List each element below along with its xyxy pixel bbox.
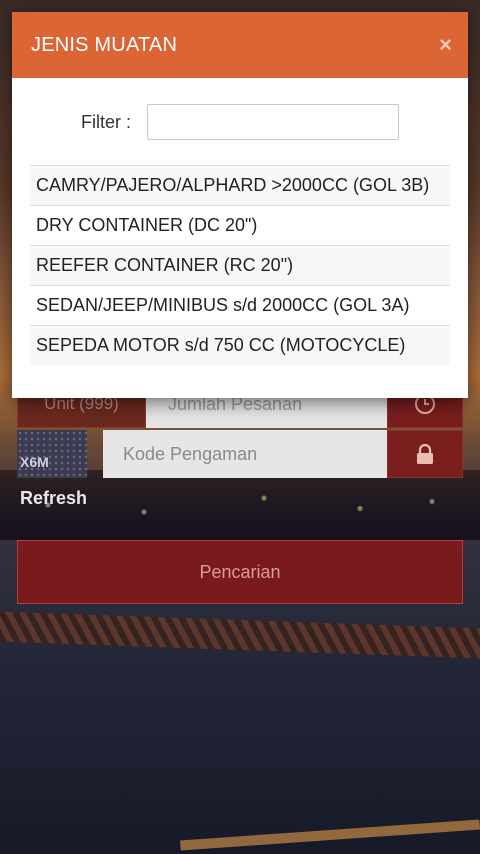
- list-item[interactable]: DRY CONTAINER (DC 20"): [30, 205, 450, 245]
- filter-row: Filter :: [81, 104, 399, 140]
- lock-icon-cell: [387, 430, 463, 478]
- dialog-header: JENIS MUATAN ×: [12, 12, 468, 78]
- list-item[interactable]: SEDAN/JEEP/MINIBUS s/d 2000CC (GOL 3A): [30, 285, 450, 325]
- list-item[interactable]: REEFER CONTAINER (RC 20"): [30, 245, 450, 285]
- close-icon[interactable]: ×: [439, 32, 452, 58]
- background-rail: [180, 819, 480, 851]
- cargo-type-dialog: JENIS MUATAN × Filter : CAMRY/PAJERO/ALP…: [12, 12, 468, 398]
- background-rope: [0, 610, 480, 660]
- list-item[interactable]: SEPEDA MOTOR s/d 750 CC (MOTOCYCLE): [30, 325, 450, 365]
- search-button[interactable]: Pencarian: [17, 540, 463, 604]
- security-code-input[interactable]: Kode Pengaman: [103, 430, 387, 478]
- refresh-link[interactable]: Refresh: [20, 488, 87, 509]
- lock-icon: [417, 443, 433, 464]
- filter-label: Filter :: [81, 111, 132, 132]
- filter-input[interactable]: [147, 104, 399, 140]
- cargo-type-list: CAMRY/PAJERO/ALPHARD >2000CC (GOL 3B) DR…: [30, 165, 450, 365]
- captcha-row: X6M Kode Pengaman: [17, 430, 463, 478]
- captcha-image: X6M: [17, 430, 87, 478]
- dialog-title: JENIS MUATAN: [31, 33, 178, 56]
- list-item[interactable]: CAMRY/PAJERO/ALPHARD >2000CC (GOL 3B): [30, 165, 450, 205]
